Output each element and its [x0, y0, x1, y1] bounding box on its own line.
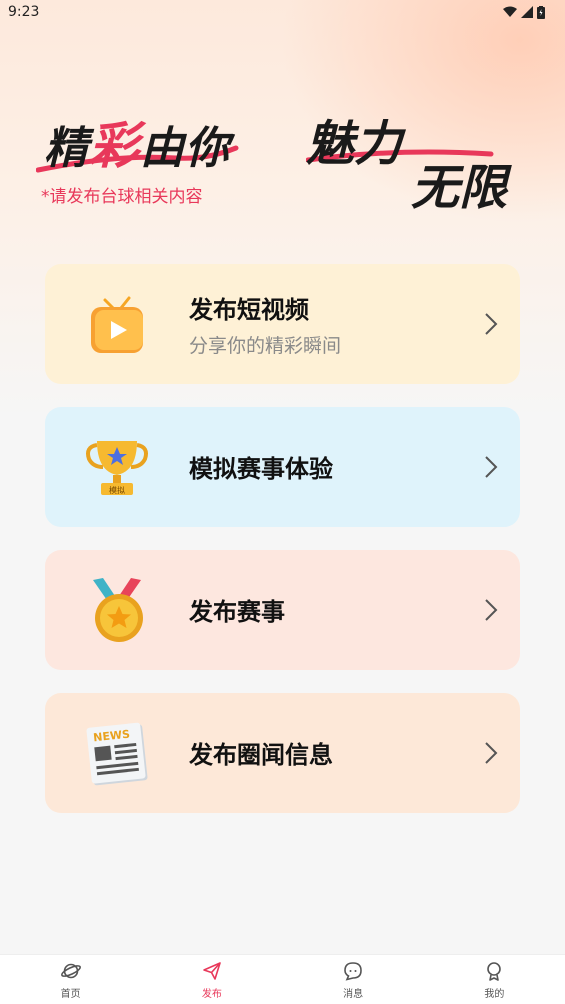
trophy-badge-text: 模拟: [109, 485, 125, 495]
tab-profile[interactable]: 我的: [424, 955, 565, 1004]
tab-label: 发布: [201, 988, 222, 1000]
slogan-right-top: 魅力: [306, 116, 403, 172]
publish-video-card[interactable]: 发布短视频 分享你的精彩瞬间: [45, 264, 520, 384]
video-tv-icon: [91, 296, 143, 353]
content-hint: *请发布台球相关内容: [41, 187, 203, 207]
tab-home[interactable]: 首页: [0, 955, 141, 1004]
tab-label: 首页: [60, 988, 81, 1000]
tab-publish[interactable]: 发布: [141, 955, 282, 1004]
chevron-right-icon: [485, 456, 498, 478]
card-title: 模拟赛事体验: [189, 455, 333, 483]
newspaper-icon: NEWS: [86, 722, 148, 786]
status-icons: [503, 5, 545, 19]
publish-news-card[interactable]: NEWS 发布圈闻信息: [45, 693, 520, 813]
chevron-right-icon: [485, 313, 498, 335]
tab-label: 我的: [484, 988, 505, 1000]
slogan-banner: 精彩由你 魅力 无限 *请发布台球相关内容: [36, 92, 536, 222]
card-title: 发布赛事: [189, 598, 285, 626]
status-bar: 9:23: [0, 0, 565, 24]
tab-messages[interactable]: 消息: [283, 955, 424, 1004]
chevron-right-icon: [485, 599, 498, 621]
planet-icon: [60, 963, 81, 978]
bottom-tab-bar: 首页 发布 消息 我的: [0, 954, 565, 1004]
slogan-right-bottom: 无限: [411, 160, 508, 216]
trophy-icon: 模拟: [86, 441, 148, 495]
slogan-left-highlight: 彩: [89, 117, 140, 175]
card-text: 发布短视频 分享你的精彩瞬间: [189, 290, 341, 358]
card-text: 模拟赛事体验: [189, 449, 333, 484]
card-text: 发布赛事: [189, 592, 285, 627]
wifi-icon: [503, 6, 517, 17]
tab-label: 消息: [343, 988, 364, 1000]
profile-icon: [487, 961, 502, 981]
medal-icon: [93, 578, 143, 642]
chat-icon: [344, 961, 362, 981]
send-icon: [203, 961, 221, 980]
card-title: 发布圈闻信息: [189, 741, 333, 769]
battery-icon: [537, 5, 545, 19]
chevron-right-icon: [485, 742, 498, 764]
card-title: 发布短视频: [189, 296, 309, 324]
slogan-left-pre: 精: [44, 123, 89, 174]
publish-match-card[interactable]: 发布赛事: [45, 550, 520, 670]
slogan-left-post: 由你: [140, 123, 230, 174]
status-time: 9:23: [8, 4, 40, 20]
card-text: 发布圈闻信息: [189, 735, 333, 770]
mock-match-card[interactable]: 模拟 模拟赛事体验: [45, 407, 520, 527]
signal-icon: [521, 6, 533, 18]
slogan-left: 精彩由你: [44, 106, 230, 178]
card-subtitle: 分享你的精彩瞬间: [189, 335, 342, 357]
